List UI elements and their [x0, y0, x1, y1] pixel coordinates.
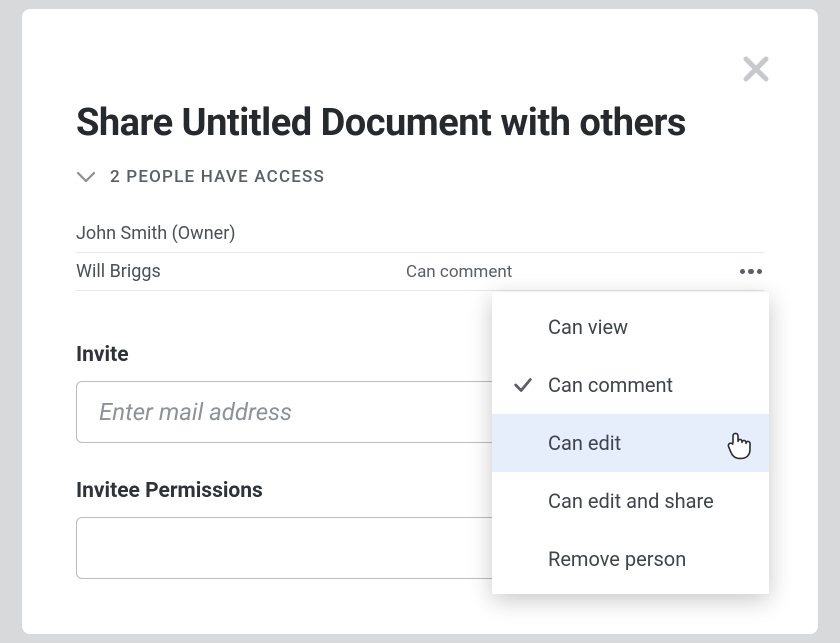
person-name: John Smith (Owner) [76, 223, 406, 244]
close-button[interactable] [736, 49, 776, 89]
people-list: John Smith (Owner) Will Briggs Can comme… [76, 215, 764, 291]
permission-option-label: Can view [548, 315, 751, 339]
share-dialog: Share Untitled Document with others 2 PE… [22, 9, 818, 634]
permission-option-remove-person[interactable]: Remove person [492, 530, 769, 588]
permission-option-can-comment[interactable]: Can comment [492, 356, 769, 414]
person-name: Will Briggs [76, 261, 406, 282]
person-row: Will Briggs Can comment [76, 253, 764, 291]
dialog-title: Share Untitled Document with others [76, 101, 764, 145]
access-summary-row[interactable]: 2 PEOPLE HAVE ACCESS [76, 167, 764, 187]
permission-option-can-edit[interactable]: Can edit [492, 414, 769, 472]
person-menu-button[interactable] [730, 269, 764, 275]
permission-option-label: Remove person [548, 547, 751, 571]
dots-icon [740, 269, 746, 275]
person-row: John Smith (Owner) [76, 215, 764, 253]
permission-option-label: Can edit [548, 431, 751, 455]
person-permission: Can comment [406, 262, 730, 282]
chevron-down-icon [76, 170, 96, 184]
access-summary-label: 2 PEOPLE HAVE ACCESS [110, 167, 325, 187]
check-icon [512, 374, 548, 396]
permission-option-label: Can comment [548, 373, 751, 397]
permission-option-can-view[interactable]: Can view [492, 298, 769, 356]
permission-option-can-edit-and-share[interactable]: Can edit and share [492, 472, 769, 530]
close-icon [741, 54, 771, 84]
permission-option-label: Can edit and share [548, 489, 751, 513]
permission-dropdown: Can view Can comment Can edit Can edit a… [492, 292, 769, 594]
